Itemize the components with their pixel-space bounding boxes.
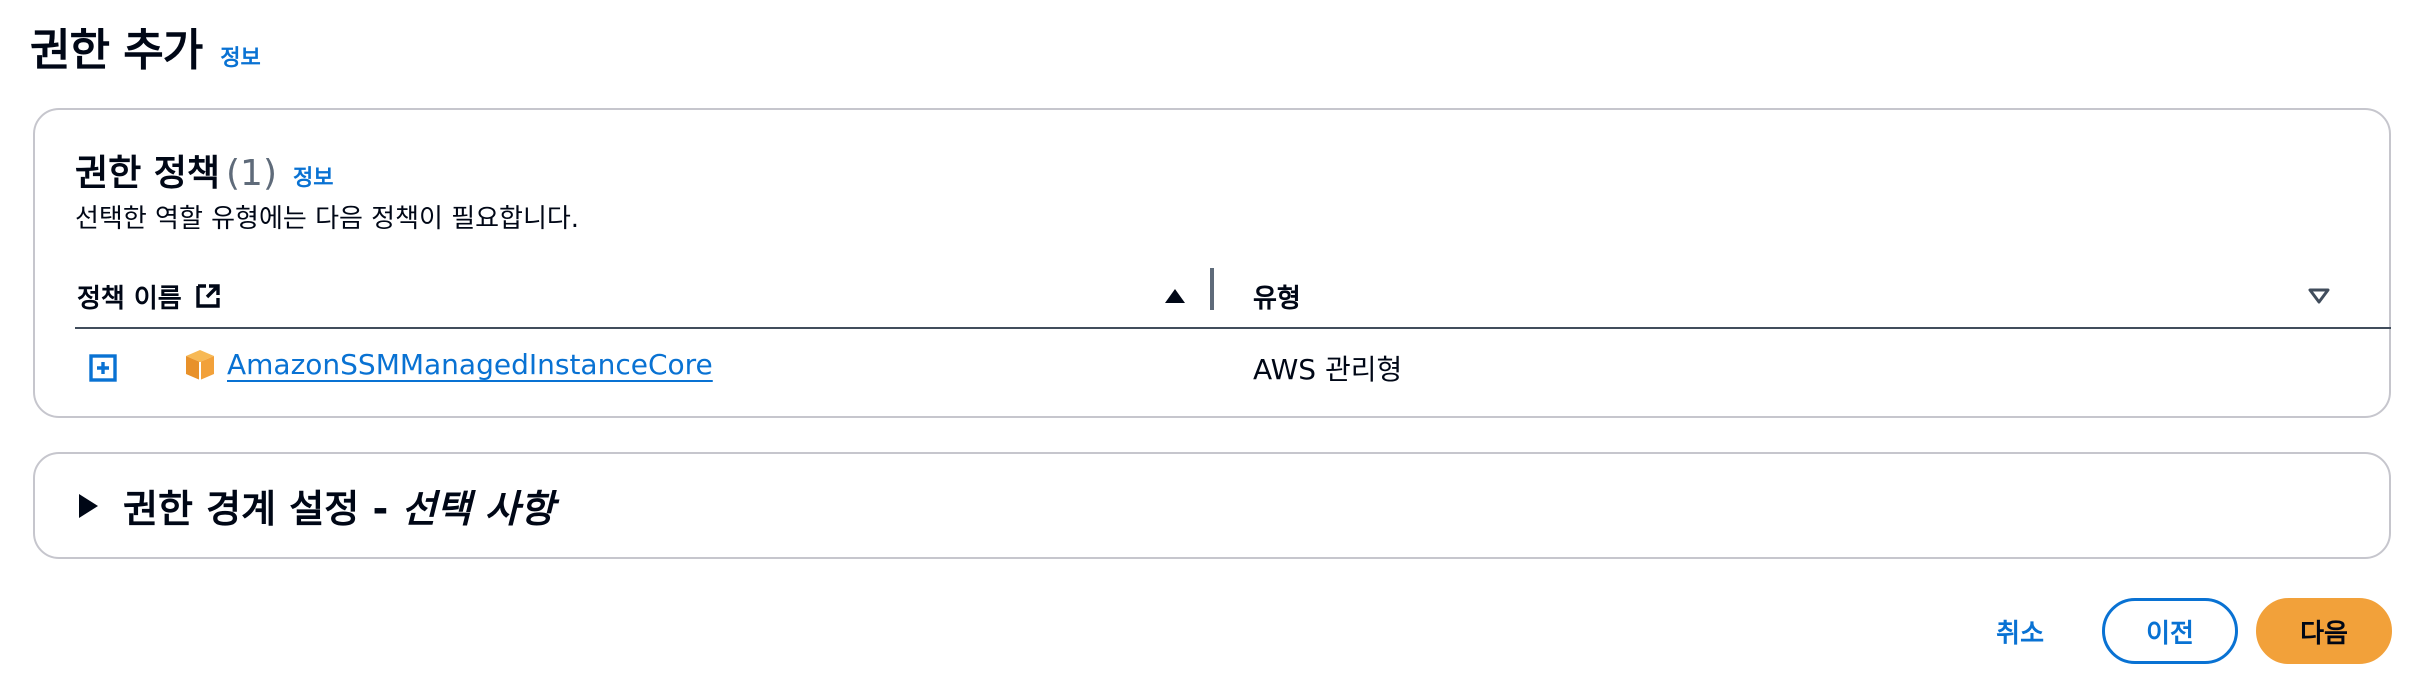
column-header-type-label: 유형	[1253, 283, 1301, 314]
caret-right-icon	[77, 493, 99, 519]
table-row: AmazonSSMManagedInstanceCore AWS 관리형	[75, 338, 2391, 402]
previous-button[interactable]: 이전	[2102, 598, 2238, 664]
permission-boundary-panel: 권한 경계 설정 - 선택 사항	[33, 452, 2391, 559]
table-header-divider	[75, 327, 2391, 329]
aws-managed-cube-icon	[183, 348, 217, 382]
sort-descending-outline-icon[interactable]	[2307, 278, 2331, 314]
column-resizer[interactable]	[1210, 268, 1214, 310]
expand-plus-icon[interactable]	[89, 354, 117, 382]
policy-name-link[interactable]: AmazonSSMManagedInstanceCore	[227, 348, 713, 381]
external-link-icon	[194, 282, 222, 310]
page-header: 권한 추가 정보	[30, 14, 261, 78]
add-permissions-page: 권한 추가 정보 권한 정책 (1) 정보 선택한 역할 유형에는 다음 정책이…	[0, 0, 2410, 686]
permission-boundary-title-main: 권한 경계 설정 -	[123, 487, 402, 531]
policies-count: (1)	[226, 153, 278, 194]
cancel-button[interactable]: 취소	[1966, 598, 2074, 664]
permission-boundary-expander[interactable]: 권한 경계 설정 - 선택 사항	[77, 454, 555, 557]
policy-type-cell: AWS 관리형	[1253, 353, 1403, 386]
permission-boundary-title: 권한 경계 설정 - 선택 사항	[123, 478, 555, 533]
next-button[interactable]: 다음	[2256, 598, 2392, 664]
policies-description: 선택한 역할 유형에는 다음 정책이 필요합니다.	[75, 204, 580, 234]
policies-title: 권한 정책	[75, 153, 221, 194]
permission-policies-panel: 권한 정책 (1) 정보 선택한 역할 유형에는 다음 정책이 필요합니다. 정…	[33, 108, 2391, 418]
page-title: 권한 추가	[30, 25, 203, 76]
column-header-policy-name[interactable]: 정책 이름	[77, 270, 222, 322]
policies-header: 권한 정책 (1) 정보	[75, 144, 334, 196]
policies-info-link[interactable]: 정보	[293, 160, 333, 192]
sort-ascending-icon[interactable]	[1163, 278, 1187, 314]
wizard-footer: 취소 이전 다음	[1966, 598, 2392, 664]
column-header-policy-name-label: 정책 이름	[77, 283, 182, 314]
column-header-type[interactable]: 유형	[1253, 270, 1301, 322]
permission-boundary-optional: 선택 사항	[401, 487, 555, 531]
page-info-link[interactable]: 정보	[220, 40, 260, 72]
